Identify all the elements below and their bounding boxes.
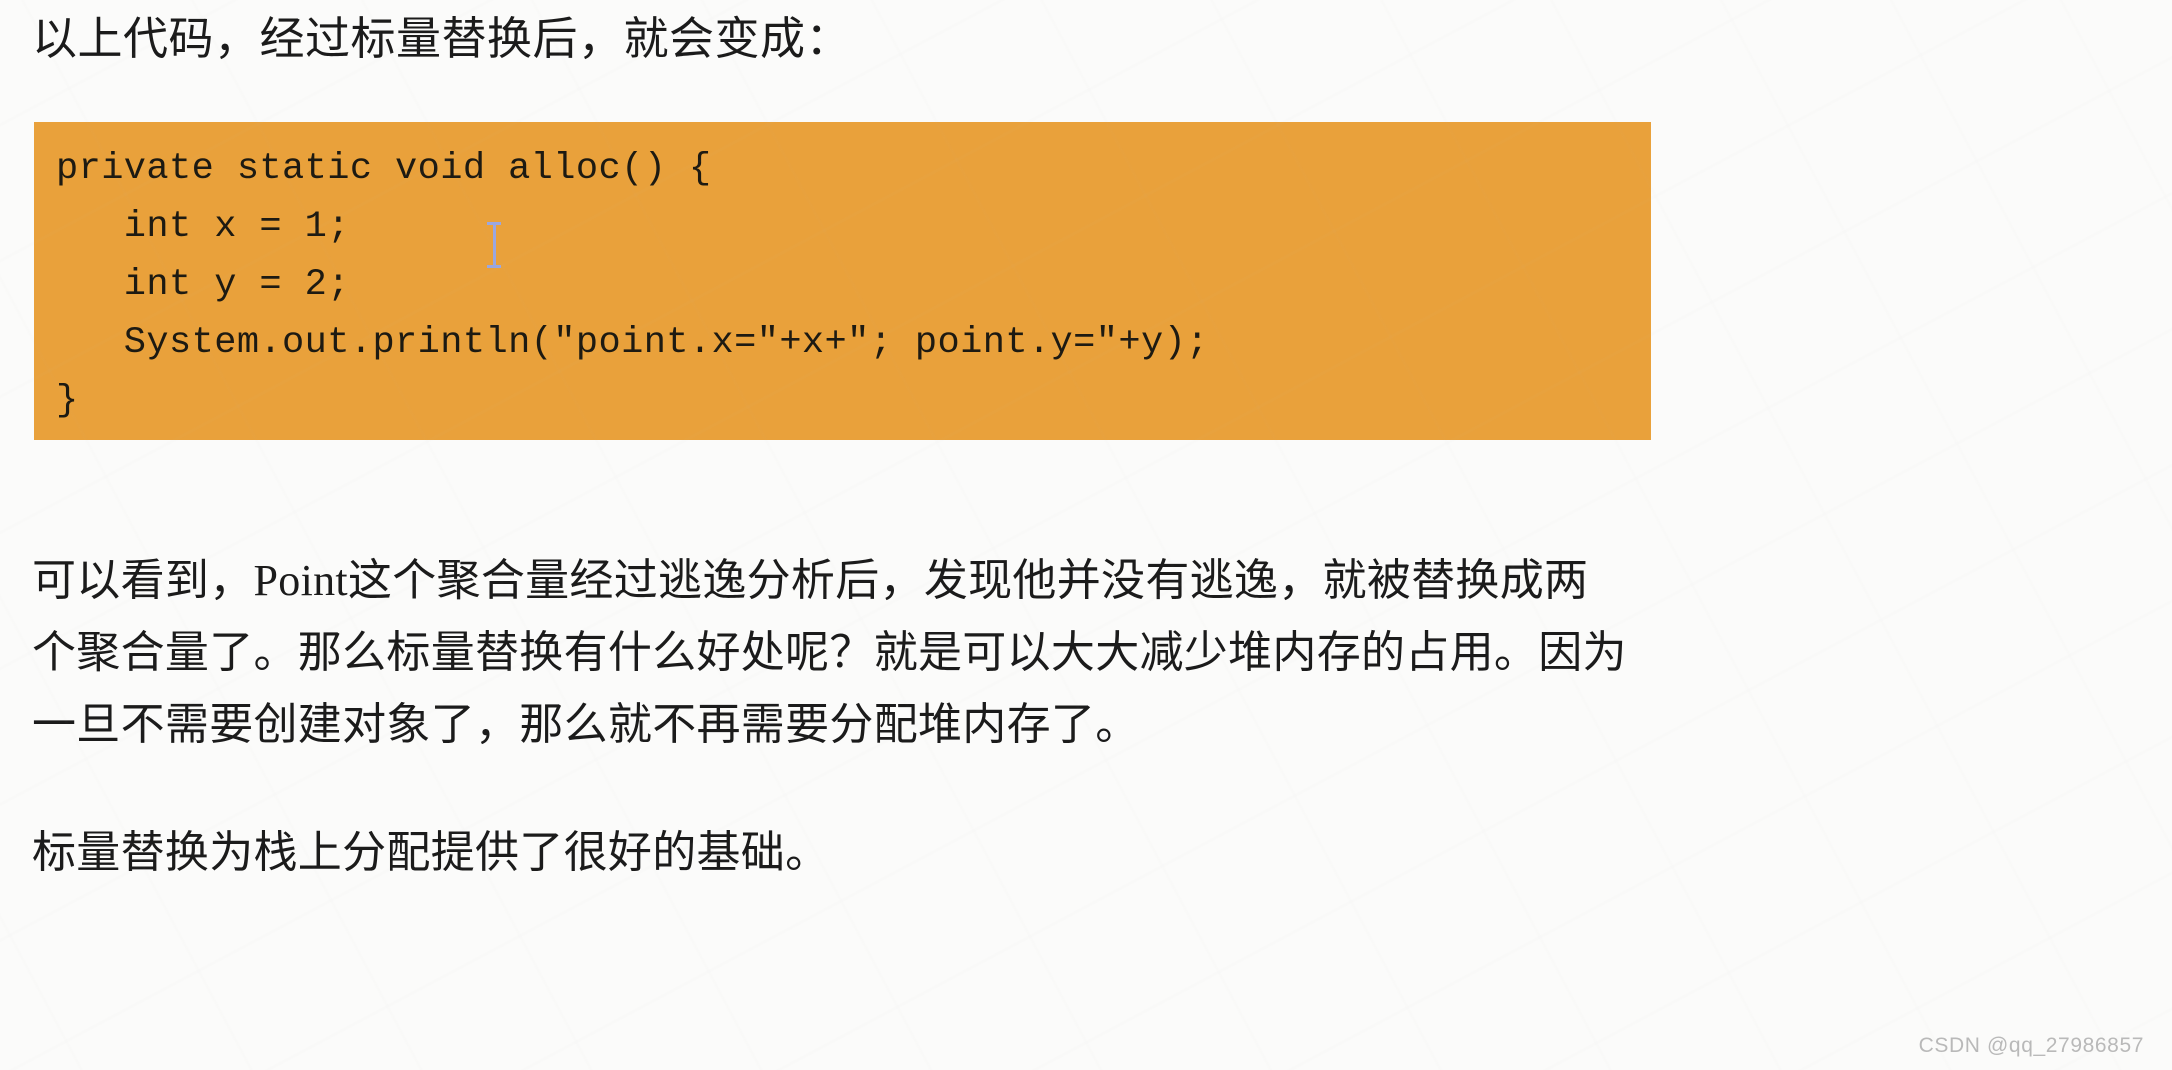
- paragraph-line: 一旦不需要创建对象了，那么就不再需要分配堆内存了。: [32, 700, 1140, 749]
- code-line: }: [56, 380, 79, 422]
- code-line: int y = 2;: [56, 264, 350, 306]
- paragraph-line: 标量替换为栈上分配提供了很好的基础。: [32, 828, 830, 877]
- paragraph-line: 个聚合量了。那么标量替换有什么好处呢？就是可以大大减少堆内存的占用。因为: [32, 628, 1627, 677]
- text-cursor-bottom-cap: [487, 265, 501, 268]
- paragraph-conclusion: 标量替换为栈上分配提供了很好的基础。: [32, 817, 829, 889]
- code-line: System.out.println("point.x="+x+"; point…: [56, 322, 1209, 364]
- paragraph-explanation: 可以看到，Point这个聚合量经过逃逸分析后，发现他并没有逃逸，就被替换成两 个…: [32, 545, 1627, 761]
- intro-heading-line: 以上代码，经过标量替换后，就会变成：: [32, 14, 852, 64]
- text-cursor-stem: [493, 225, 496, 265]
- text-cursor-icon: [487, 222, 501, 268]
- paragraph-line: 可以看到，Point这个聚合量经过逃逸分析后，发现他并没有逃逸，就被替换成两: [32, 556, 1589, 605]
- code-line: private static void alloc() {: [56, 148, 712, 190]
- code-block[interactable]: private static void alloc() { int x = 1;…: [34, 122, 1651, 440]
- csdn-watermark: CSDN @qq_27986857: [1918, 1034, 2144, 1057]
- code-line: int x = 1;: [56, 206, 350, 248]
